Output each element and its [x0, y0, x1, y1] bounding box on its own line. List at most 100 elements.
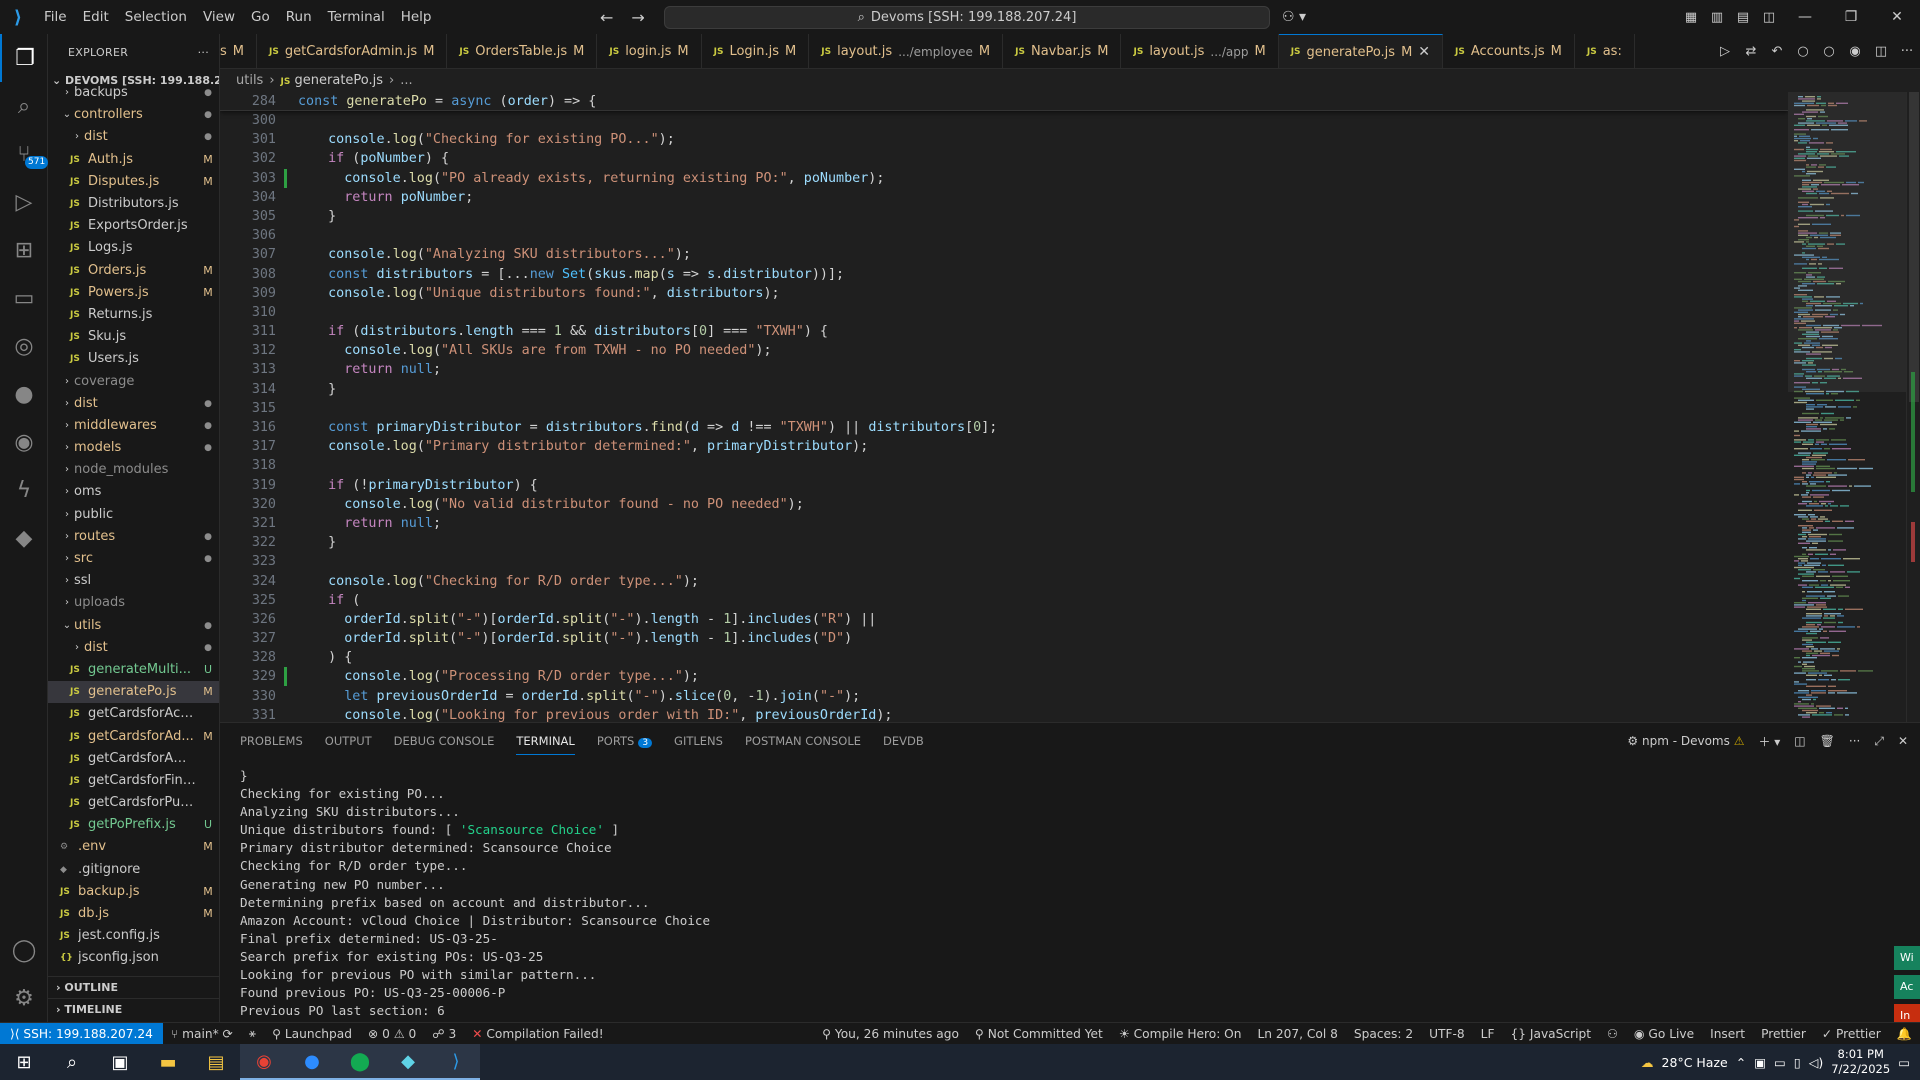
run-icon[interactable]: ▷	[1712, 44, 1738, 59]
postman-icon[interactable]: ●	[0, 370, 48, 418]
compile-status[interactable]: ✕ Compilation Failed!	[464, 1027, 611, 1041]
editor-tab[interactable]: JS login.js M	[597, 34, 702, 68]
tree-file[interactable]: JS Returns.js	[48, 304, 219, 326]
code-editor[interactable]: 284 const generatePo = async (order) => …	[220, 92, 1788, 722]
tree-folder[interactable]: › dist ●	[48, 393, 219, 415]
gitlens-blame-icon[interactable]: ◉	[1842, 44, 1868, 59]
close-tab-icon[interactable]: ✕	[1418, 44, 1430, 60]
tree-file[interactable]: JS getCardsforAccount.js	[48, 703, 219, 725]
remote-explorer-icon[interactable]: ▭	[0, 274, 48, 322]
prettier-status[interactable]: Prettier	[1753, 1027, 1814, 1041]
panel-tab-debug-console[interactable]: DEBUG CONSOLE	[394, 734, 495, 748]
mongodb-compass-icon[interactable]: ⬤	[336, 1044, 384, 1080]
code-line[interactable]: 310	[220, 303, 1788, 322]
weather-text[interactable]: 28°C Haze	[1662, 1055, 1728, 1070]
toggle-panel-icon[interactable]: ▤	[1730, 10, 1756, 25]
search-view-icon[interactable]: ⌕	[0, 82, 48, 130]
panel-tab-gitlens[interactable]: GITLENS	[674, 734, 723, 748]
commit-status[interactable]: ⚲ Not Committed Yet	[967, 1027, 1111, 1041]
launchpad[interactable]: ⚲ Launchpad	[264, 1027, 360, 1041]
editor-tab[interactable]: JS Navbar.js M	[1003, 34, 1122, 68]
tree-folder[interactable]: › backups ●	[48, 82, 219, 104]
tree-file[interactable]: JS getCardsforPurchasi...	[48, 792, 219, 814]
breadcrumb-symbol[interactable]: ...	[400, 70, 412, 92]
tree-folder[interactable]: ⌄ controllers ●	[48, 104, 219, 126]
store-icon[interactable]: ▤	[192, 1044, 240, 1080]
python-icon[interactable]: ◆	[0, 514, 48, 562]
back-arrow-icon[interactable]: ←	[600, 8, 613, 27]
gitlens-inspect-icon[interactable]: ◉	[0, 418, 48, 466]
code-line[interactable]: 328 ) {	[220, 648, 1788, 667]
task-view-icon[interactable]: ▣	[96, 1044, 144, 1080]
cursor-position[interactable]: Ln 207, Col 8	[1250, 1027, 1346, 1041]
indentation[interactable]: Spaces: 2	[1346, 1027, 1421, 1041]
editor-tab[interactable]: JS layout.js .../app M	[1121, 34, 1279, 68]
code-line[interactable]: 319 if (!primaryDistributor) {	[220, 476, 1788, 495]
scrollbar-thumb[interactable]	[1909, 92, 1919, 402]
tree-file[interactable]: JS jest.config.js	[48, 925, 219, 947]
tray-app-icon[interactable]: ▣	[1754, 1055, 1766, 1070]
toggle-sidebar-icon[interactable]: ▥	[1704, 10, 1730, 25]
tree-file[interactable]: JS Powers.js M	[48, 282, 219, 304]
new-terminal-icon[interactable]: ＋ ▾	[1758, 733, 1780, 750]
timeline-section[interactable]: › TIMELINE	[48, 998, 219, 1020]
tree-folder[interactable]: › middlewares ●	[48, 415, 219, 437]
editor-tab[interactable]: sM	[220, 34, 257, 68]
windows-start-icon[interactable]: ⊞	[0, 1044, 48, 1080]
customize-layout-icon[interactable]: ▦	[1678, 10, 1704, 25]
code-line[interactable]: 321 return null;	[220, 514, 1788, 533]
source-control-icon[interactable]: ⑂ 571	[0, 130, 49, 178]
restore-button[interactable]: ❐	[1828, 9, 1874, 25]
split-terminal-icon[interactable]: ◫	[1794, 734, 1805, 748]
volume-icon[interactable]: ◁)	[1809, 1055, 1824, 1070]
vscode-taskbar-icon[interactable]: ⟩	[432, 1044, 480, 1080]
toggle-secondary-sidebar-icon[interactable]: ◫	[1756, 10, 1782, 25]
code-line[interactable]: 312 console.log("All SKUs are from TXWH …	[220, 341, 1788, 360]
code-line[interactable]: 325 if (	[220, 591, 1788, 610]
menu-help[interactable]: Help	[393, 0, 440, 34]
code-line[interactable]: 301 console.log("Checking for existing P…	[220, 130, 1788, 149]
tree-file[interactable]: JS Auth.js M	[48, 149, 219, 171]
timeline-fwd-icon[interactable]: ○	[1816, 44, 1842, 59]
code-line[interactable]: 304 return poNumber;	[220, 188, 1788, 207]
code-line[interactable]: 303 console.log("PO already exists, retu…	[220, 168, 1788, 188]
close-panel-icon[interactable]: ✕	[1898, 734, 1908, 748]
tree-file[interactable]: ◆ .gitignore	[48, 859, 219, 881]
compile-hero[interactable]: ☀ Compile Hero: On	[1111, 1027, 1250, 1041]
minimap[interactable]	[1788, 92, 1906, 722]
tree-folder[interactable]: › public	[48, 504, 219, 526]
panel-tab-output[interactable]: OUTPUT	[325, 734, 372, 748]
editor-tab[interactable]: JS Accounts.js M	[1443, 34, 1575, 68]
copilot-status-icon[interactable]: ⚇	[1599, 1027, 1626, 1041]
code-line[interactable]: 300	[220, 111, 1788, 130]
prettier-check[interactable]: ✓ Prettier	[1814, 1027, 1889, 1041]
notification-toast[interactable]: Wi	[1894, 946, 1920, 970]
editor-tab[interactable]: JS getCardsforAdmin.js M	[257, 34, 448, 68]
code-line[interactable]: 311 if (distributors.length === 1 && dis…	[220, 322, 1788, 341]
maximize-panel-icon[interactable]: ⤢	[1874, 734, 1884, 749]
editor-tab[interactable]: JS generatePo.js M ✕	[1278, 34, 1444, 68]
more-actions-icon[interactable]: ···	[1894, 44, 1920, 59]
revert-icon[interactable]: ↶	[1764, 44, 1790, 59]
manage-gear-icon[interactable]: ⚙	[0, 974, 48, 1022]
code-line[interactable]: 318	[220, 456, 1788, 475]
editor-scrollbar[interactable]	[1906, 92, 1920, 722]
editor-tab[interactable]: JS layout.js .../employee M	[809, 34, 1004, 68]
menu-terminal[interactable]: Terminal	[320, 0, 393, 34]
editor-tab[interactable]: JS Login.js M	[702, 34, 810, 68]
timeline-back-icon[interactable]: ○	[1790, 44, 1816, 59]
code-line[interactable]: 314 }	[220, 380, 1788, 399]
ports-indicator[interactable]: ☍ 3	[424, 1027, 464, 1041]
tree-folder[interactable]: ⌄ utils ●	[48, 615, 219, 637]
clock[interactable]: 8:01 PM 7/22/2025	[1831, 1047, 1890, 1077]
accounts-icon[interactable]: ◯	[0, 926, 48, 974]
tree-file[interactable]: JS getCardsforAd... M	[48, 725, 219, 747]
notification-toast[interactable]: Ac	[1894, 975, 1920, 999]
tree-file[interactable]: JS generatePo.js M	[48, 681, 219, 704]
code-line[interactable]: 329 console.log("Processing R/D order ty…	[220, 667, 1788, 687]
menu-view[interactable]: View	[195, 0, 243, 34]
menu-go[interactable]: Go	[243, 0, 278, 34]
editor-tab[interactable]: JS as:	[1575, 34, 1635, 68]
code-line[interactable]: 326 orderId.split("-")[orderId.split("-"…	[220, 610, 1788, 629]
code-line[interactable]: 305 }	[220, 207, 1788, 226]
